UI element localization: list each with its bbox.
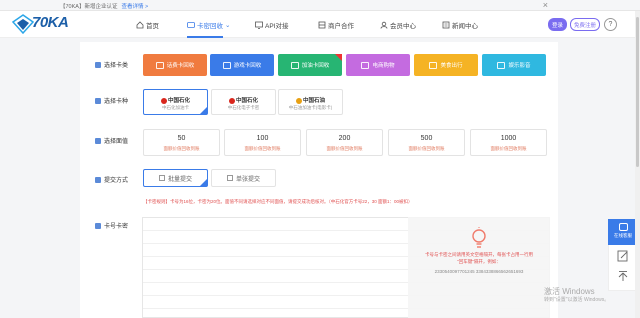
card-type-label: 选择卡类 — [95, 60, 128, 69]
single-icon — [226, 175, 233, 181]
nav-home-label: 首页 — [146, 23, 159, 30]
brand-sub: 中石化加油卡 — [162, 105, 189, 110]
petrochina-logo-icon — [295, 97, 302, 104]
amount-value: 100 — [256, 135, 269, 142]
amount-note: 面额价值回收到账 — [163, 146, 200, 151]
nav-active-underline — [187, 36, 223, 38]
nav-card-recycle-label: 卡密回收 — [197, 23, 223, 30]
nav-api[interactable]: API对接 — [255, 19, 288, 31]
card-type-fuel[interactable]: 加油卡回收 — [278, 54, 342, 76]
card-password-label: 卡号卡密 — [95, 221, 128, 230]
amount-option[interactable]: 500 面额价值回收到账 — [388, 129, 465, 156]
brand-name: 中国石化 — [212, 96, 275, 104]
nav-card-recycle[interactable]: 卡密回收 ⌄ — [187, 19, 230, 31]
phone-card-icon — [155, 61, 164, 69]
selected-check-icon — [200, 179, 207, 186]
card-type-entertainment[interactable]: 娱乐影音 — [482, 54, 546, 76]
brand-sub: 中石化电子卡密 — [227, 105, 260, 110]
card-type-ecommerce[interactable]: 电商购物 — [346, 54, 410, 76]
nav-news-label: 新闻中心 — [452, 23, 478, 30]
user-icon — [380, 21, 388, 29]
submit-method-label: 提交方式 — [95, 175, 128, 184]
edit-icon[interactable] — [617, 250, 629, 262]
nav-member-label: 会员中心 — [390, 23, 416, 30]
card-type-food[interactable]: 美食出行 — [414, 54, 478, 76]
amount-value: 50 — [177, 135, 186, 142]
nav-member[interactable]: 会员中心 — [380, 19, 416, 31]
submit-method-label-icon — [95, 176, 101, 183]
placeholder-text: 卡号与卡密之间请用英文空格隔开，每张卡占用一行用 "回车键"隔开，例如： — [425, 252, 533, 264]
card-kind-label-icon — [95, 97, 101, 104]
brand-name: 中国石化 — [144, 96, 207, 104]
card-password-label-icon — [95, 222, 101, 229]
card-type-phone[interactable]: 话费卡回收 — [143, 54, 207, 76]
brand-sub: 中石油加油卡(电影卡) — [288, 105, 333, 110]
notice-text: 【70KA】新增企业认证 查看详情 > — [60, 4, 149, 10]
nav-merchant[interactable]: 商户合作 — [318, 19, 354, 31]
amount-value: 200 — [338, 135, 351, 142]
amount-note: 面额价值回收到账 — [490, 146, 527, 151]
selected-check-icon — [200, 107, 207, 114]
register-button[interactable]: 免费注册 — [570, 18, 600, 31]
gamepad-icon — [222, 61, 231, 69]
brand-name: 中国石油 — [279, 96, 342, 104]
face-value-label-icon — [95, 137, 101, 144]
nav-news[interactable]: 新闻中心 — [442, 19, 478, 31]
help-button[interactable]: ? — [604, 18, 617, 31]
brand-sinopec-fuel[interactable]: 中国石化 中石化加油卡 — [143, 89, 208, 115]
chat-icon — [618, 223, 628, 231]
amount-value: 500 — [420, 135, 433, 142]
online-service-button[interactable]: 在线客服 — [608, 219, 638, 245]
fuel-card-icon — [290, 61, 299, 69]
merchant-icon — [318, 21, 326, 29]
nav-merchant-label: 商户合作 — [328, 23, 354, 30]
login-button[interactable]: 登录 — [548, 18, 567, 31]
back-to-top-icon[interactable] — [617, 270, 629, 282]
batch-icon — [158, 175, 165, 181]
home-icon — [136, 21, 144, 29]
logo-diamond-icon — [11, 14, 35, 35]
logo-text: 70KA — [32, 14, 69, 31]
close-icon[interactable]: × — [543, 0, 548, 11]
amount-option[interactable]: 1000 面额价值回收到账 — [470, 129, 547, 156]
amount-note: 面额价值回收到账 — [244, 146, 281, 151]
amount-option[interactable]: 50 面额价值回收到账 — [143, 129, 220, 156]
card-type-label-icon — [95, 61, 101, 68]
monitor-icon — [255, 21, 263, 29]
sinopec-logo-icon — [160, 97, 167, 104]
method-batch[interactable]: 批量提交 — [143, 169, 208, 187]
news-icon — [442, 21, 450, 29]
shopping-icon — [361, 61, 370, 69]
notice-bar: 【70KA】新增企业认证 查看详情 > × — [0, 0, 640, 11]
nav-home[interactable]: 首页 — [136, 19, 159, 31]
face-value-label: 选择面值 — [95, 136, 128, 145]
amount-note: 面额价值回收到账 — [326, 146, 363, 151]
placeholder-example: 2330540097701245 3384338866562651693 — [434, 269, 524, 274]
sinopec-logo-icon — [228, 97, 235, 104]
amount-value: 1000 — [500, 135, 517, 142]
page-scrollbar[interactable] — [635, 11, 640, 318]
food-icon — [429, 61, 438, 69]
video-icon — [497, 61, 506, 69]
card-kind-label: 选择卡种 — [95, 96, 128, 105]
amount-note: 面额价值回收到账 — [408, 146, 445, 151]
card-icon — [187, 22, 195, 28]
amount-option[interactable]: 200 面额价值回收到账 — [306, 129, 383, 156]
nav-api-label: API对接 — [265, 23, 289, 30]
header: 70KA 首页 卡密回收 ⌄ API对接 商户合作 会员中心 新闻中心 登录 免… — [0, 11, 640, 38]
brand-petrochina[interactable]: 中国石油 中石油加油卡(电影卡) — [278, 89, 343, 115]
amount-option[interactable]: 100 面额价值回收到账 — [224, 129, 301, 156]
notice-link[interactable]: 查看详情 > — [121, 4, 148, 10]
windows-watermark-sub: 转到"设置"以激活 Windows。 — [544, 297, 610, 303]
chevron-down-icon: ⌄ — [225, 22, 231, 29]
card-type-game[interactable]: 游戏卡回收 — [210, 54, 274, 76]
scrollbar-thumb[interactable] — [636, 17, 639, 167]
lightbulb-icon — [472, 227, 486, 248]
selected-corner-badge — [335, 54, 342, 61]
brand-sinopec-ecard[interactable]: 中国石化 中石化电子卡密 — [211, 89, 276, 115]
card-rule-hint: 【卡密规则】卡号为16位，卡密为20位。面值不同请选择对应不同面值，请提交成功后… — [143, 199, 413, 204]
method-single[interactable]: 单张提交 — [211, 169, 276, 187]
